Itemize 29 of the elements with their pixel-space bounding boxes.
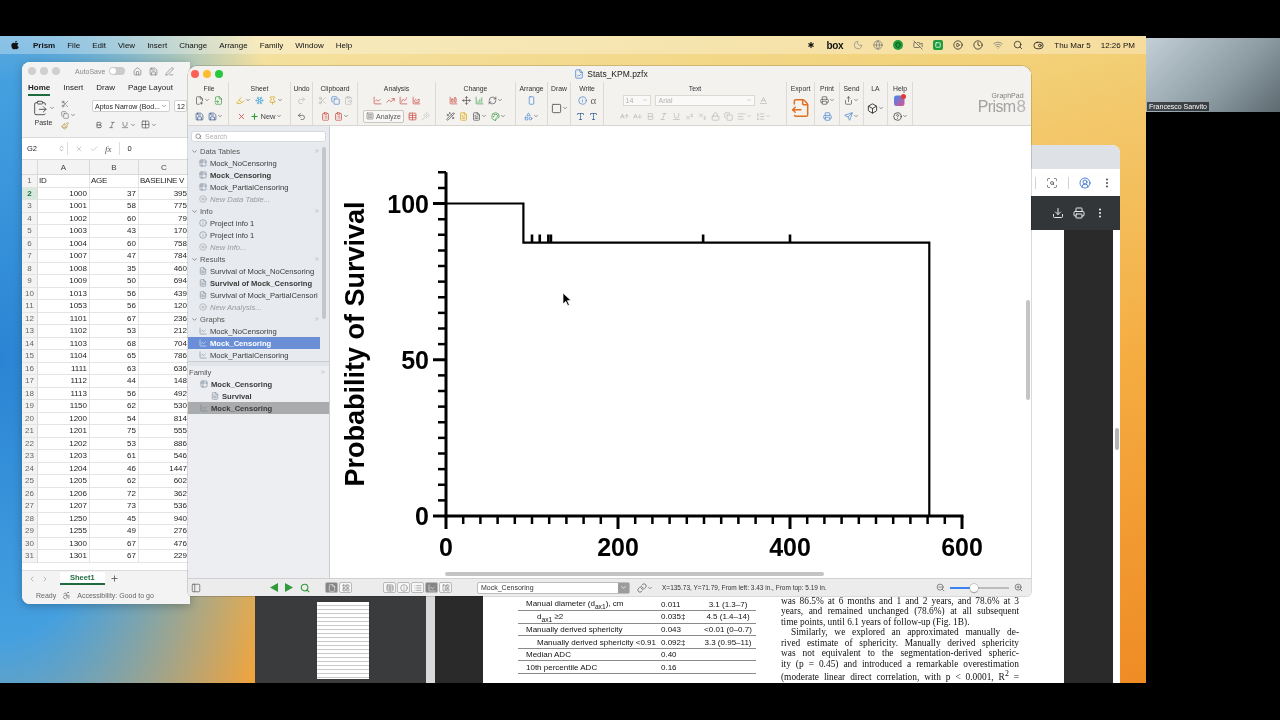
table-cell-text: Manually derived sphericity <0.91: [536, 637, 655, 647]
y-tick-label: 50: [401, 345, 429, 374]
x-tick-label: 400: [769, 533, 811, 561]
table-cell-text: 0.092‡: [660, 637, 687, 647]
y-axis-title: Probability of Survival: [340, 201, 370, 487]
table-cell-text: 10th percentile ADC: [525, 662, 599, 672]
table-cell-text: 0.40: [660, 650, 678, 660]
table-cell-text: 0.035‡: [660, 612, 687, 622]
x-tick-label: 200: [597, 533, 639, 561]
table-cell-text: 0.16: [660, 662, 678, 672]
table-cell-text: Median ADC: [525, 650, 572, 660]
body-paragraph: Similarly, we explored an approximated manually de- rived estimate of sphericity. Manually derived sphericity was not equivalent to the segmentation-derived spheric- ity (p = 0.45) and introduced a remarkable overestimation (moderate linear direct correlation, with p < 0.0001, R$^{2}$ =: [781, 627, 1019, 683]
x-tick-label: 0: [439, 533, 453, 561]
x-tick-label: 600: [941, 533, 983, 561]
logo-text: Prism: [977, 99, 1016, 115]
table-cell-text: <0.01 (0–0.7): [703, 624, 753, 634]
table-cell-text: 3.3 (0.95–11): [703, 637, 753, 647]
table-cell-text: 0.011: [660, 599, 682, 609]
window-title: Stats_KPM.pzfx: [587, 69, 648, 79]
table-cell-text: Manual diameter (d$_{ax1}$), cm: [525, 598, 625, 610]
logo-version: 8: [1016, 99, 1026, 115]
y-tick-label: 100: [387, 189, 429, 218]
body-paragraph: was 86.5% at 6 months and 1 and 2 years, and 78.6% at 3 years, and remained unchanged (78.6%) at all subsequent time points, until 6.1 years of follow-up (Fig. 1B).: [781, 595, 1019, 628]
table-cell-text: 4.5 (1.4–14): [705, 612, 751, 622]
table-cell-text: 3.1 (1.3–7): [707, 599, 749, 609]
y-tick-label: 0: [415, 502, 429, 530]
table-cell-text: Manually derived sphericity: [525, 624, 624, 634]
table-cell-text: d$_{ax1}$ ≥2: [536, 611, 565, 623]
table-cell-text: 0.043: [660, 624, 683, 634]
